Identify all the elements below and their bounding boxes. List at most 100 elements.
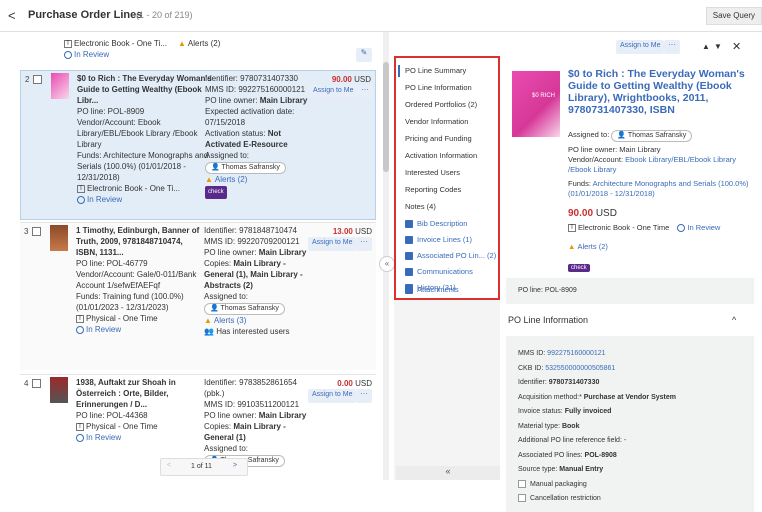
vendor-label: Vendor/Account: (568, 155, 626, 164)
collapse-nav-button[interactable]: « (396, 466, 500, 480)
cancellation-checkbox[interactable] (518, 494, 526, 502)
associated-lines-value: POL-8908 (584, 452, 617, 459)
link-communications[interactable]: Communications (417, 267, 473, 276)
assign-to-me-button[interactable]: Assign to Me (616, 40, 665, 54)
status-text: In Review (87, 195, 123, 204)
ckb-link[interactable]: 532550000000505861 (545, 365, 615, 372)
format-icon: T (77, 184, 85, 193)
link-bib-description[interactable]: Bib Description (417, 219, 467, 228)
table-row[interactable]: 3 1 Timothy, Edinburgh, Banner of Truth,… (20, 222, 376, 370)
section-header[interactable]: PO Line Information ^ (506, 313, 754, 327)
source-type-value: Manual Entry (559, 466, 604, 473)
cancellation-label: Cancellation restriction (530, 494, 601, 502)
close-icon[interactable]: ✕ (732, 40, 741, 53)
warning-icon: ▲ (568, 242, 576, 251)
next-page-button[interactable]: > (233, 462, 237, 469)
clock-icon (76, 433, 84, 442)
clock-icon (76, 325, 84, 334)
scroll-thumb[interactable] (383, 62, 389, 172)
expected-activation: Expected activation date: 07/15/2018 (205, 107, 295, 127)
alerts-link[interactable]: Alerts (2) (577, 242, 607, 251)
source-type-label: Source type: (518, 466, 560, 473)
nav-interested-users[interactable]: Interested Users (405, 168, 460, 177)
back-button[interactable]: < (8, 8, 16, 23)
link-invoice-lines[interactable]: Invoice Lines (1) (417, 235, 472, 244)
price-value: 90.00 (331, 75, 352, 84)
assign-to-me-button[interactable]: Assign to Me (308, 237, 357, 251)
more-actions-button[interactable]: ··· (356, 237, 372, 251)
result-count: (1 - 20 of 219) (136, 10, 193, 20)
copies-label: Copies: (204, 259, 234, 268)
users-icon: 👥 (204, 327, 217, 336)
funds-label: Funds: (568, 179, 593, 188)
format-icon: T (568, 224, 576, 233)
nav-po-line-information[interactable]: PO Line Information (405, 83, 472, 92)
assign-to-me-button[interactable]: Assign to Me (308, 389, 357, 403)
item-title[interactable]: 1 Timothy, Edinburgh, Banner of Truth, 2… (76, 225, 204, 258)
chevron-up-icon[interactable]: ^ (732, 315, 736, 325)
row-checkbox[interactable] (32, 227, 41, 236)
copies-label: Copies: (204, 422, 234, 431)
nav-reporting-codes[interactable]: Reporting Codes (405, 185, 461, 194)
identifier: Identifier: 9783852861654 (pbk.) (204, 378, 297, 398)
alerts-link[interactable]: Alerts (3) (214, 316, 246, 325)
link-associated-po-lines[interactable]: Associated PO Lin... (2) (417, 251, 496, 260)
row-checkbox[interactable] (33, 75, 42, 84)
collapse-list-button[interactable]: « (379, 256, 395, 272)
prev-page-button[interactable]: < (167, 462, 171, 469)
nav-ordered-portfolios[interactable]: Ordered Portfolios (2) (405, 100, 477, 109)
status-text: In Review (86, 325, 122, 334)
save-query-button[interactable]: Save Query (705, 7, 762, 25)
edit-icon[interactable]: ✎ (356, 48, 372, 62)
funds: Funds: Training fund (100.0%) (01/01/202… (76, 292, 184, 312)
table-row[interactable]: 2 $0 to Rich : The Everyday Woman's Guid… (20, 70, 376, 220)
owner-label: PO line owner: (204, 411, 259, 420)
item-title[interactable]: 1938, Auftakt zur Shoah in Österreich : … (76, 377, 204, 410)
link-attachments[interactable]: Attachments (417, 285, 459, 294)
format-text: Electronic Book - One Time (578, 223, 670, 232)
previous-record-icon[interactable]: ▲ (702, 42, 710, 51)
material-type-label: Material type: (518, 423, 562, 430)
detail-title[interactable]: $0 to Rich : The Everyday Woman's Guide … (568, 68, 760, 116)
status-text: In Review (687, 223, 721, 232)
assignee-chip: 👤 Thomas Safransky (205, 162, 286, 174)
book-cover-image: $0 RICH (512, 71, 560, 137)
section-navigation: PO Line Summary PO Line Information Orde… (394, 56, 500, 300)
detail-toolbar: Assign to Me ··· ▲ ▼ ✕ (506, 40, 762, 56)
check-badge: check (205, 186, 227, 199)
row-checkbox[interactable] (32, 379, 41, 388)
additional-reference: Additional PO line reference field: - (518, 437, 627, 444)
nav-activation-information[interactable]: Activation Information (405, 151, 477, 160)
nav-po-line-summary[interactable]: PO Line Summary (405, 66, 466, 75)
more-actions-button[interactable]: ··· (357, 85, 373, 99)
warning-icon: ▲ (204, 316, 212, 325)
list-item[interactable]: T Electronic Book - One Ti... In Review ▲… (20, 36, 376, 70)
alerts-link[interactable]: Alerts (2) (215, 175, 247, 184)
nav-pricing-and-funding[interactable]: Pricing and Funding (405, 134, 472, 143)
nav-notes[interactable]: Notes (4) (405, 202, 436, 211)
detail-currency: USD (595, 208, 617, 219)
manual-packaging-checkbox[interactable] (518, 480, 526, 488)
item-title[interactable]: $0 to Rich : The Everyday Woman's Guide … (77, 73, 217, 106)
alerts-link[interactable]: Alerts (2) (188, 39, 220, 48)
funds-link[interactable]: Architecture Monographs and Serials (100… (568, 179, 749, 198)
currency: USD (354, 75, 371, 84)
more-actions-button[interactable]: ··· (664, 40, 680, 54)
assignee-chip: 👤 Thomas Safransky (611, 130, 693, 142)
mms-link[interactable]: 992275160000121 (547, 350, 605, 357)
format-icon: T (76, 422, 84, 431)
interested-users: Has interested users (216, 327, 290, 336)
owner-value: Main Library (258, 411, 307, 420)
po-line-card: PO line: POL-8909 (506, 278, 754, 304)
price-value: 0.00 (337, 379, 353, 388)
section-title: PO Line Information (508, 315, 589, 325)
identifier-value: 9780731407330 (548, 379, 600, 386)
nav-vendor-information[interactable]: Vendor Information (405, 117, 468, 126)
format-icon: T (64, 39, 72, 48)
assign-to-me-button[interactable]: Assign to Me (309, 85, 358, 99)
funds: Funds: Architecture Monographs and Seria… (77, 151, 209, 182)
next-record-icon[interactable]: ▼ (714, 42, 722, 51)
more-actions-button[interactable]: ··· (356, 389, 372, 403)
identifier: Identifier: 9780731407330 (205, 74, 298, 83)
vendor-account: Vendor/Account: Gale/0-011/Bank Account … (76, 270, 197, 290)
